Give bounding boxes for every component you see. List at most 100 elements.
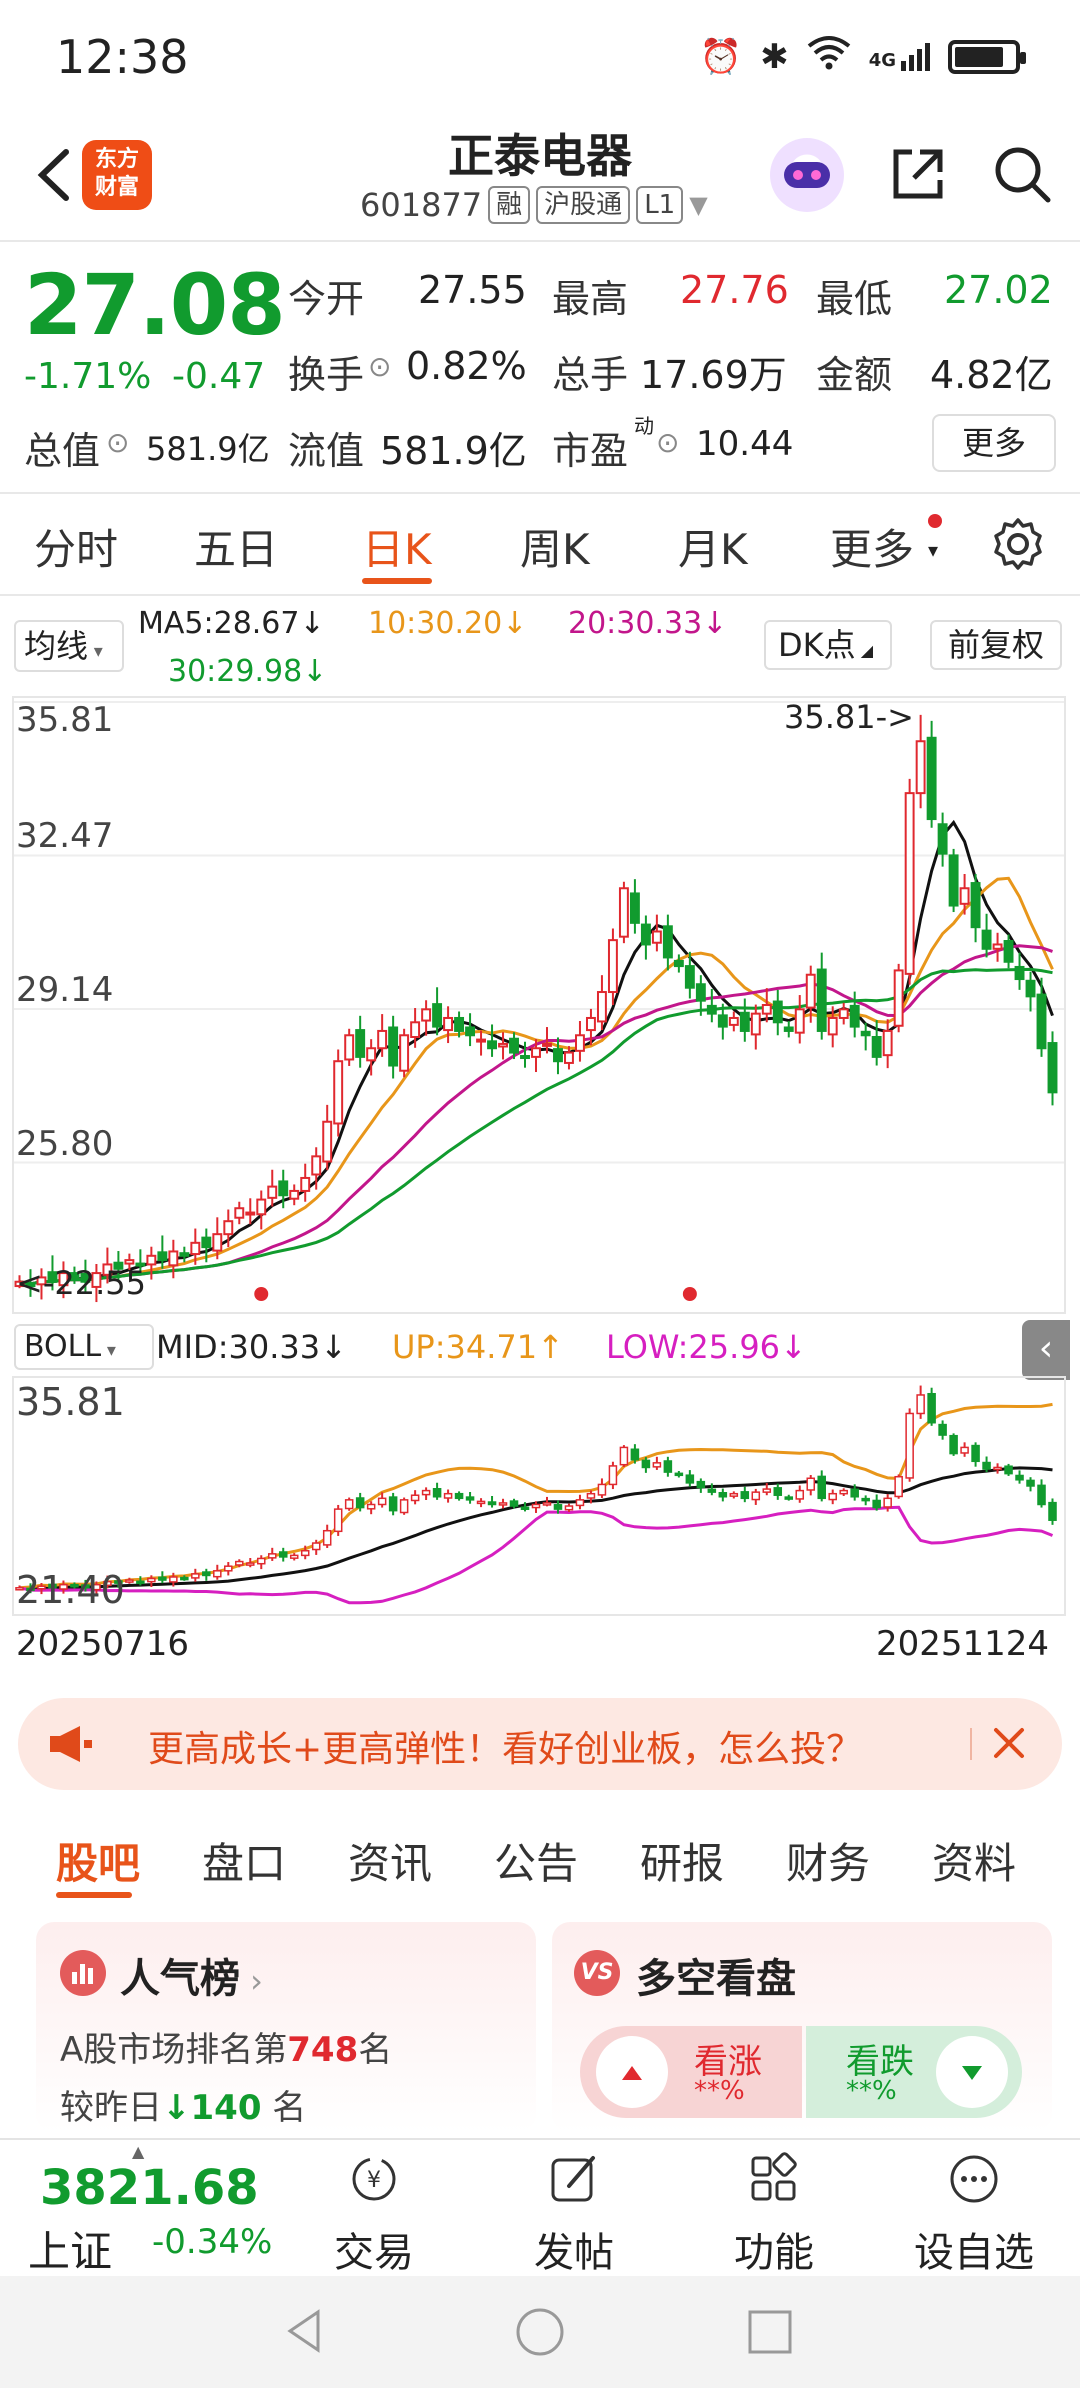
close-icon[interactable] [984,1718,1034,1768]
boll-candle-up [597,1483,607,1496]
candle-up [366,1047,377,1062]
boll-y-axis-label: 21.40 [16,1568,125,1612]
boll-candle-up [608,1465,618,1486]
ma-indicator-select[interactable]: 均线 ▾ [14,620,124,672]
boll-candle-down [278,1551,288,1558]
candle-up [311,1155,322,1176]
tab-monthly-k[interactable]: 月K [678,516,748,577]
dropdown-triangle-icon[interactable]: ▼ [689,191,707,219]
tab-research[interactable]: 研报 [640,1830,724,1891]
boll-candle-up [586,1492,596,1499]
collapse-panel-icon[interactable]: ‹ [1022,1320,1070,1380]
gear-icon[interactable] [990,516,1046,572]
boll-indicator-select[interactable]: BOLL ▾ [14,1324,154,1370]
tab-weekly-k[interactable]: 周K [520,516,590,577]
margin-tag: 融 [488,186,531,224]
candle-down [662,925,673,959]
tab-intraday[interactable]: 分时 [34,516,118,577]
edit-icon [551,2156,595,2202]
popularity-rank: A股市场排名第748名 [60,2030,393,2070]
candle-down [981,929,992,950]
nav-home-icon[interactable] [514,2306,566,2358]
boll-candle-down [1048,1501,1057,1521]
tab-more-periods[interactable]: 更多 [830,516,914,577]
tab-finance[interactable]: 财务 [786,1830,870,1891]
x-axis-end-date: 20251124 [876,1624,1050,1664]
low-value: 27.02 [944,268,1053,312]
boll-candle-up [828,1492,837,1501]
candle-down [739,1011,750,1032]
nav-functions[interactable]: 功能 [694,2148,854,2278]
nav-trade[interactable]: ¥ 交易 [294,2148,454,2278]
active-tab-underline [362,578,432,584]
boll-candle-down [136,1580,145,1585]
boll-candle-up [213,1570,222,1578]
candle-up [575,1034,585,1052]
tab-news[interactable]: 资讯 [348,1830,432,1891]
level-tag: L1 [636,186,684,224]
battery-icon [948,39,1026,74]
candle-down [1014,965,1025,981]
megaphone-icon [50,1726,92,1762]
ma20-value: 20:30.33↓ [568,606,728,641]
index-name[interactable]: 上证 [28,2218,112,2279]
arrow-down-icon[interactable] [936,2036,1008,2108]
nav-post[interactable]: 发帖 [494,2148,654,2278]
boll-candle-down [949,1434,958,1455]
candle-down [553,1048,563,1063]
boll-candle-up [322,1529,332,1546]
dk-point-button[interactable]: DK点 ◢ [764,620,892,670]
nav-add-watchlist[interactable]: 设自选 [894,2148,1054,2278]
arrow-up-icon[interactable] [596,2036,668,2108]
candle-down [948,854,959,907]
boll-candle-up [366,1503,376,1510]
search-icon[interactable] [990,142,1054,206]
nav-back-icon[interactable] [280,2306,330,2356]
tab-guba[interactable]: 股吧 [56,1830,140,1891]
boll-chart[interactable]: 35.81 21.40 [12,1376,1066,1616]
caret-down-icon: ▾ [928,538,939,562]
tab-profile[interactable]: 资料 [932,1830,1016,1891]
popularity-title[interactable]: 人气榜 › [120,1946,263,2004]
kline-chart[interactable]: 35.81 32.47 29.14 25.80 35.81-> <-22.55 [12,696,1066,1314]
volume-label: 总手 [552,353,629,397]
candle-up [750,1012,761,1036]
candle-up [618,887,629,938]
candle-up [882,1029,893,1057]
info-circle-icon[interactable]: ⊙ [656,426,679,459]
boll-candle-up [564,1505,574,1511]
candle-down [157,1251,168,1262]
more-quote-button[interactable]: 更多 [932,414,1056,472]
promo-text[interactable]: 更高成长+更高弹性！看好创业板，怎么投？ [148,1720,862,1772]
ai-assistant-icon[interactable] [770,138,844,212]
boll-candle-up [377,1497,387,1506]
boll-candle-up [652,1462,662,1468]
candle-up [838,1008,849,1019]
boll-candle-up [147,1577,156,1583]
bear-percent: **% [846,2076,897,2106]
adjust-mode-button[interactable]: 前复权 [930,620,1062,670]
candle-up [212,1233,223,1252]
candle-up [531,1047,541,1058]
boll-candle-up [498,1502,508,1506]
candle-up [827,1016,838,1036]
caret-up-icon[interactable]: ▲ [132,2142,144,2161]
stock-code-row: 601877 融 沪股通 L1 ▼ [360,186,708,224]
mktcap-value: 581.9亿 [146,430,270,468]
tab-pankou[interactable]: 盘口 [202,1830,286,1891]
nav-recents-icon[interactable] [746,2308,794,2356]
boll-candle-down [861,1497,870,1502]
info-circle-icon[interactable]: ⊙ [368,350,391,383]
tab-announcements[interactable]: 公告 [494,1830,578,1891]
boll-candle-up [125,1579,134,1583]
candle-up [596,991,607,1023]
promo-separator [970,1728,972,1760]
info-circle-icon[interactable]: ⊙ [106,426,129,459]
candle-down [673,959,684,968]
index-value[interactable]: 3821.68 [40,2160,259,2216]
tab-five-day[interactable]: 五日 [194,516,278,577]
candle-up [794,1008,805,1034]
tab-daily-k[interactable]: 日K [362,516,432,577]
share-icon[interactable] [886,142,950,206]
boll-candle-up [619,1446,629,1466]
